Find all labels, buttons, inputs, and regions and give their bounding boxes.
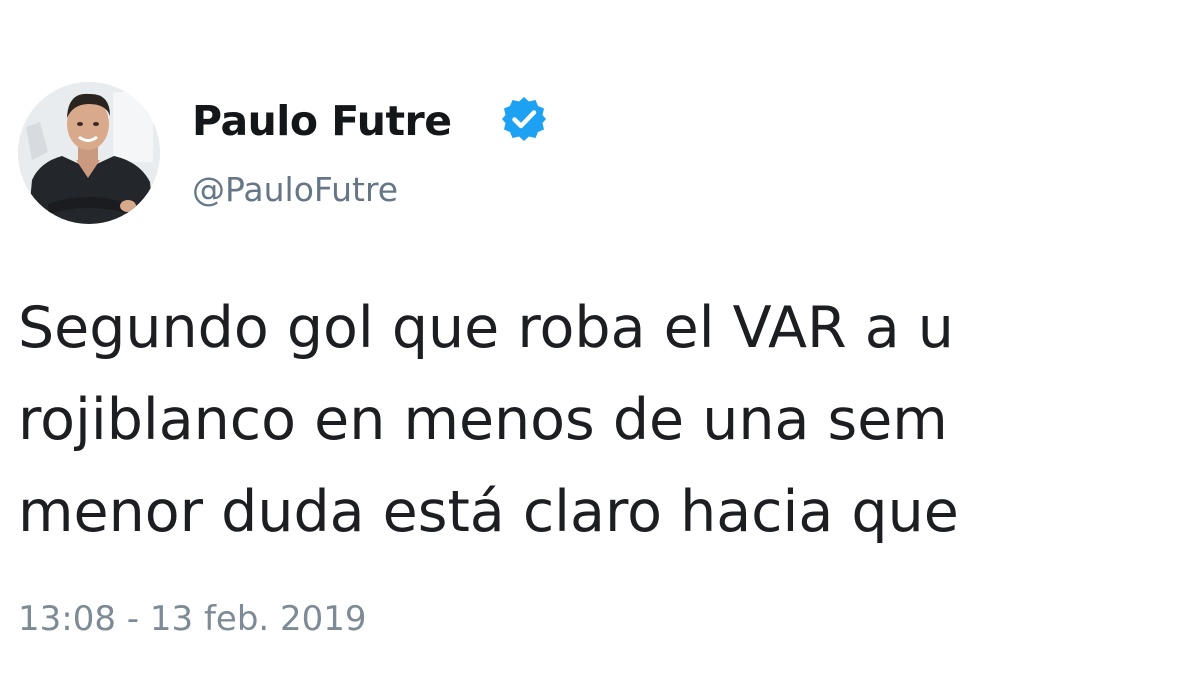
user-handle[interactable]: @PauloFutre [192,170,398,210]
tweet-card: Paulo Futre @PauloFutre Segundo gol que … [0,0,1200,675]
avatar[interactable] [18,82,160,224]
tweet-text-line: menor duda está claro hacia que [18,479,959,545]
display-name[interactable]: Paulo Futre [192,96,452,146]
verified-badge-icon [500,95,548,143]
tweet-text: Segundo gol que roba el VAR a u rojiblan… [18,282,1200,558]
tweet-timestamp[interactable]: 13:08 - 13 feb. 2019 [18,598,367,640]
tweet-text-line: Segundo gol que roba el VAR a u [18,295,954,361]
avatar-photo [18,82,160,224]
tweet-text-line: rojiblanco en menos de una sem [18,387,948,453]
